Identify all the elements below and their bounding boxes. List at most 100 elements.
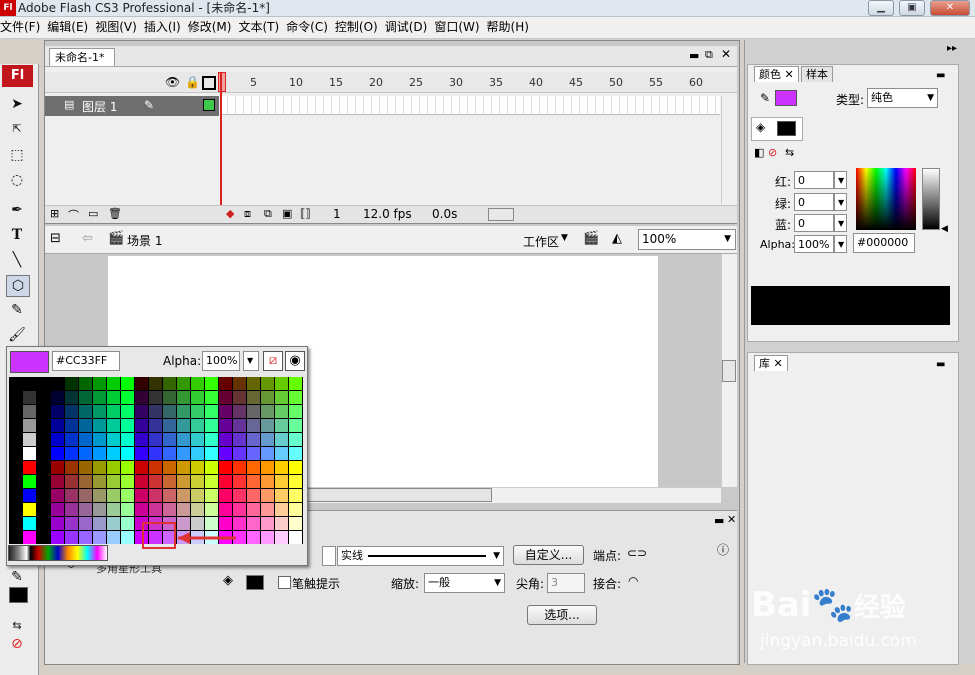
swatch-cell[interactable]	[79, 377, 92, 390]
swatch-cell[interactable]	[261, 503, 274, 516]
red-input[interactable]: 0	[794, 171, 834, 189]
swatch-cell[interactable]	[135, 377, 148, 390]
swatch-cell[interactable]	[219, 461, 232, 474]
swatch-cell[interactable]	[121, 433, 134, 446]
swatch-cell[interactable]	[93, 447, 106, 460]
swatch-cell[interactable]	[135, 433, 148, 446]
swatch-cell[interactable]	[289, 475, 302, 488]
text-tool-icon[interactable]: T	[6, 225, 28, 245]
stroke-height-dropdown[interactable]	[322, 546, 336, 566]
swatch-cell[interactable]	[135, 489, 148, 502]
stroke-hint-checkbox[interactable]	[278, 576, 291, 589]
swatch-cell[interactable]	[65, 391, 78, 404]
no-color-icon[interactable]: ⊘	[6, 634, 28, 654]
swatch-cell[interactable]	[163, 391, 176, 404]
swatch-cell[interactable]	[219, 433, 232, 446]
swatch-cell[interactable]	[289, 517, 302, 530]
swatch-cell[interactable]	[23, 377, 36, 390]
swatch-cell[interactable]	[93, 517, 106, 530]
stroke-style-select[interactable]: 实线 ▼	[337, 546, 504, 566]
swatch-cell[interactable]	[65, 447, 78, 460]
center-frame-icon[interactable]: ◆	[226, 207, 234, 220]
swatch-cell[interactable]	[219, 475, 232, 488]
swatch-cell[interactable]	[107, 461, 120, 474]
swatch-cell[interactable]	[9, 377, 22, 390]
swatch-cell[interactable]	[177, 475, 190, 488]
swatch-cell[interactable]	[233, 391, 246, 404]
fill-color-swatch[interactable]	[246, 575, 264, 590]
menu-view[interactable]: 视图(V)	[95, 17, 144, 38]
swatch-cell[interactable]	[121, 503, 134, 516]
stroke-color-icon[interactable]: ✎	[6, 567, 28, 587]
swatch-cell[interactable]	[107, 405, 120, 418]
swatch-cell[interactable]	[219, 489, 232, 502]
swatch-cell[interactable]	[107, 419, 120, 432]
swatch-cell[interactable]	[51, 475, 64, 488]
swatch-cell[interactable]	[9, 433, 22, 446]
insert-folder-icon[interactable]: ▭	[88, 207, 98, 220]
swatch-cell[interactable]	[65, 461, 78, 474]
swatch-cell[interactable]	[121, 447, 134, 460]
swatch-cell[interactable]	[37, 433, 50, 446]
minimize-button[interactable]: ▁	[868, 0, 894, 16]
swatch-cell[interactable]	[51, 461, 64, 474]
frame-rate[interactable]: 12.0 fps	[363, 207, 412, 221]
swatch-cell[interactable]	[107, 531, 120, 544]
swatch-cell[interactable]	[149, 503, 162, 516]
scale-select[interactable]: 一般 ▼	[424, 573, 505, 593]
swatch-cell[interactable]	[121, 461, 134, 474]
modify-markers-icon[interactable]: ⟦⟧	[300, 207, 311, 220]
swatch-cell[interactable]	[9, 489, 22, 502]
swatch-cell[interactable]	[149, 461, 162, 474]
swatch-cell[interactable]	[121, 405, 134, 418]
swatch-cell[interactable]	[9, 391, 22, 404]
swatch-cell[interactable]	[79, 531, 92, 544]
swatch-cell[interactable]	[191, 503, 204, 516]
alpha-input[interactable]: 100%	[794, 235, 834, 253]
swatch-cell[interactable]	[65, 377, 78, 390]
menu-window[interactable]: 窗口(W)	[434, 17, 486, 38]
subselection-tool-icon[interactable]: ⇱	[6, 119, 28, 139]
layer-color-icon[interactable]	[203, 99, 215, 111]
doc-minimize-icon[interactable]: ▬	[689, 49, 699, 62]
swatch-cell[interactable]	[121, 475, 134, 488]
swatch-cell[interactable]	[261, 447, 274, 460]
swatch-cell[interactable]	[23, 475, 36, 488]
default-colors-icon[interactable]: ◧	[754, 146, 764, 159]
doc-close-icon[interactable]: ✕	[721, 47, 731, 61]
zoom-select[interactable]: 100% ▼	[638, 229, 736, 250]
playhead[interactable]	[220, 72, 222, 206]
swatch-cell[interactable]	[177, 419, 190, 432]
timeline-vertical-scrollbar[interactable]	[721, 96, 737, 204]
swatch-cell[interactable]	[79, 503, 92, 516]
outline-icon[interactable]	[202, 76, 216, 90]
swatch-cell[interactable]	[65, 475, 78, 488]
swatch-cell[interactable]	[261, 475, 274, 488]
swatch-cell[interactable]	[163, 419, 176, 432]
swatch-cell[interactable]	[261, 405, 274, 418]
swatch-cell[interactable]	[135, 405, 148, 418]
custom-stroke-button[interactable]: 自定义...	[513, 545, 584, 565]
pen-tool-icon[interactable]: ✒	[6, 200, 28, 220]
swatch-cell[interactable]	[79, 461, 92, 474]
swatch-cell[interactable]	[247, 419, 260, 432]
swatch-cell[interactable]	[37, 475, 50, 488]
swatch-cell[interactable]	[191, 461, 204, 474]
swatch-cell[interactable]	[51, 447, 64, 460]
free-transform-tool-icon[interactable]: ⬚	[6, 145, 28, 165]
swatch-cell[interactable]	[261, 489, 274, 502]
swatch-cell[interactable]	[37, 377, 50, 390]
swatch-cell[interactable]	[275, 377, 288, 390]
swatch-cell[interactable]	[177, 433, 190, 446]
options-button[interactable]: 选项...	[527, 605, 597, 625]
swatch-cell[interactable]	[289, 461, 302, 474]
swap-colors-icon[interactable]: ⇆	[785, 146, 794, 159]
swatch-cell[interactable]	[163, 447, 176, 460]
swatch-cell[interactable]	[23, 503, 36, 516]
stage-scroll-thumb[interactable]	[722, 360, 736, 382]
eye-icon[interactable]: 👁	[165, 75, 180, 89]
props-close-icon[interactable]: ✕	[727, 513, 736, 526]
swatch-cell[interactable]	[191, 405, 204, 418]
swatch-cell[interactable]	[289, 531, 302, 544]
swatch-cell[interactable]	[205, 461, 218, 474]
